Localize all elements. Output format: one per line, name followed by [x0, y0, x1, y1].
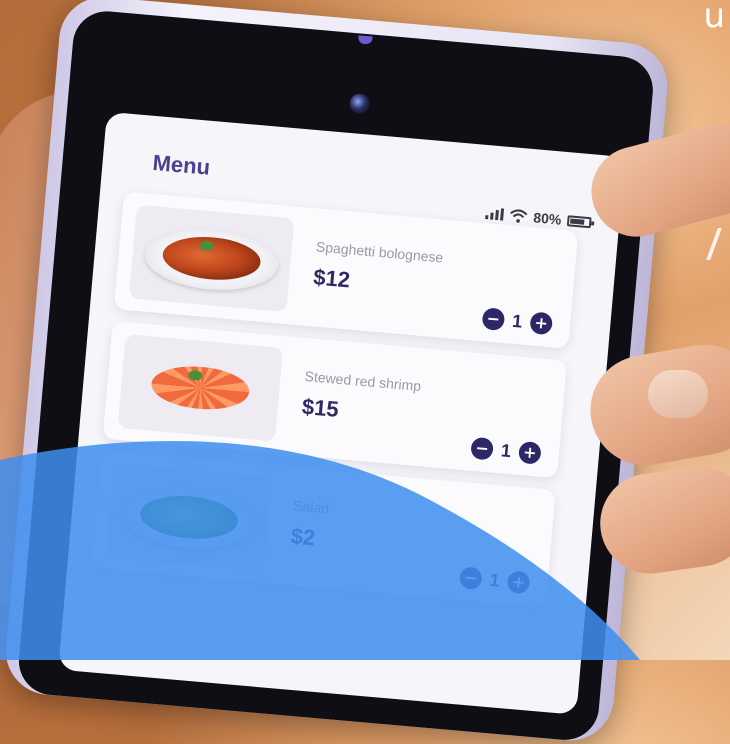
- decrease-quantity-button[interactable]: −: [481, 307, 506, 332]
- quantity-value: 1: [500, 439, 512, 461]
- dish-image: [106, 463, 272, 572]
- partial-heading-text: u: [703, 0, 726, 36]
- decrease-quantity-button[interactable]: −: [470, 436, 494, 461]
- phone-bezel: Menu 80% Spaghetti bolognese $12 − 1 + S…: [16, 8, 656, 743]
- menu-item-card[interactable]: Stewed red shrimp $15 − 1 +: [102, 320, 568, 479]
- fingernail: [648, 370, 708, 418]
- quantity-value: 1: [488, 569, 501, 591]
- quantity-stepper: − 1 +: [481, 307, 554, 336]
- dish-image: [128, 204, 295, 313]
- battery-icon: [566, 214, 592, 228]
- front-camera-icon: [348, 92, 371, 115]
- camera-notch: [357, 35, 373, 45]
- dish-name: Stewed red shrimp: [304, 367, 422, 395]
- quantity-stepper: − 1 +: [470, 436, 542, 465]
- page-title: Menu: [151, 149, 212, 180]
- dish-name: Spaghetti bolognese: [315, 238, 444, 266]
- increase-quantity-button[interactable]: +: [517, 440, 542, 465]
- dish-price: $12: [312, 264, 352, 293]
- increase-quantity-button[interactable]: +: [529, 311, 554, 336]
- quantity-value: 1: [511, 310, 524, 332]
- dish-price: $15: [300, 393, 340, 422]
- quantity-stepper: − 1 +: [458, 566, 531, 595]
- menu-item-card[interactable]: Salad $2 − 1 +: [91, 450, 556, 608]
- increase-quantity-button[interactable]: +: [506, 570, 531, 595]
- app-screen: Menu 80% Spaghetti bolognese $12 − 1 + S…: [58, 111, 626, 715]
- smartphone: Menu 80% Spaghetti bolognese $12 − 1 + S…: [2, 0, 671, 744]
- dish-price: $2: [289, 523, 317, 551]
- wifi-icon: [510, 209, 528, 223]
- dish-name: Salad: [292, 497, 330, 517]
- battery-percent: 80%: [532, 209, 563, 228]
- decrease-quantity-button[interactable]: −: [458, 566, 483, 591]
- partial-heading-stroke: [706, 228, 730, 260]
- dish-image: [117, 334, 284, 442]
- signal-bars-icon: [485, 207, 505, 221]
